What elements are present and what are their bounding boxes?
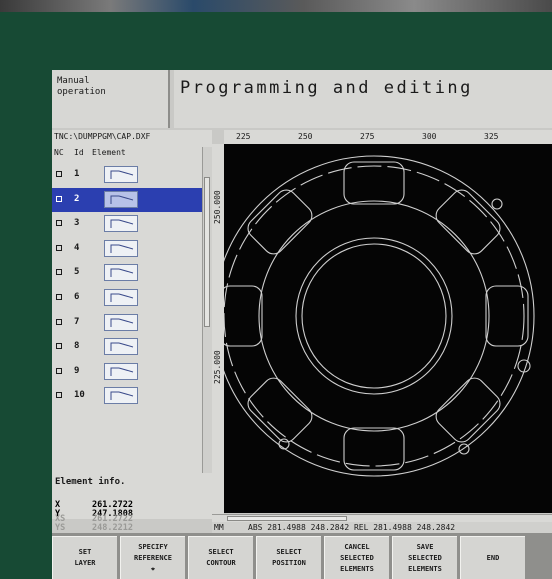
position-status-bar: MM ABS 281.4988 248.2842 REL 281.4988 24… [212,522,552,533]
nc-checkbox[interactable] [56,293,62,300]
element-info-title: Element info. [55,477,126,487]
element-id: 2 [74,193,80,204]
softkey-button[interactable]: END [460,536,525,579]
element-id: 6 [74,291,80,302]
element-info-ys-value: 248.2212 [92,523,133,533]
element-preview-icon [104,387,138,405]
element-id: 9 [74,365,80,376]
nc-checkbox[interactable] [56,318,62,325]
list-item[interactable]: 10 [52,384,202,409]
ruler-left: 250.000 225.000 [212,144,224,514]
list-item[interactable]: 7 [52,311,202,336]
bore-circle [301,243,447,389]
element-list-panel: TNC:\DUMPPGM\CAP.DXF NC Id Element 1 2 3 4 5… [52,130,212,519]
element-id: 5 [74,267,80,278]
unit-label: MM [214,523,224,532]
element-id: 7 [74,316,80,327]
nc-checkbox[interactable] [56,220,62,227]
element-preview-icon [104,338,138,356]
softkey-button[interactable]: SET LAYER [52,536,117,579]
nc-checkbox[interactable] [56,269,62,276]
column-header-element: Element [92,148,126,157]
element-preview-icon [104,313,138,331]
element-list: 1 2 3 4 5 6 7 8 9 10 [52,163,202,409]
element-preview-icon [104,288,138,306]
element-preview-icon [104,239,138,257]
list-item[interactable]: 3 [52,212,202,237]
element-preview-icon [104,264,138,282]
list-scrollbar-thumb[interactable] [204,177,210,327]
element-id: 8 [74,341,80,352]
drawing-scrollbar-thumb[interactable] [227,516,347,521]
element-id: 4 [74,242,80,253]
outer-flange-circle [224,165,525,467]
operating-mode-label: Manual operation [52,70,170,128]
element-preview-icon [104,362,138,380]
nc-checkbox[interactable] [56,392,62,399]
softkey-button[interactable]: CANCEL SELECTED ELEMENTS [324,536,389,579]
element-preview-icon [104,166,138,183]
list-item[interactable]: 5 [52,261,202,286]
softkey-row: SET LAYER SPECIFY REFERENCE ⌖ SELECT CONTO… [52,533,552,579]
inner-ring-circle [258,200,490,432]
column-header-nc: NC [54,148,64,157]
ruler-top: 225 250 275 300 325 [224,130,552,144]
list-item[interactable]: 2 [52,187,202,213]
nc-checkbox[interactable] [56,244,62,251]
softkey-button[interactable]: SAVE SELECTED ELEMENTS [392,536,457,579]
softkey-button[interactable]: SPECIFY REFERENCE ⌖ [120,536,185,579]
list-column-headers: NC Id Element [52,147,202,160]
element-id: 10 [74,390,85,401]
nc-checkbox[interactable] [56,343,62,350]
element-id: 1 [74,169,80,179]
dxf-contour-drawing[interactable] [224,144,552,514]
softkey-button[interactable]: SELECT CONTOUR [188,536,253,579]
element-preview-icon [104,215,138,233]
element-preview-icon [104,190,138,208]
page-title: Programming and editing [174,70,552,128]
hub-circle [295,237,453,395]
element-id: 3 [74,218,80,229]
list-item[interactable]: 8 [52,335,202,360]
list-item[interactable]: 6 [52,286,202,311]
position-readout: ABS 281.4988 248.2842 REL 281.4988 248.2… [248,523,456,532]
list-item[interactable]: 1 [52,163,202,188]
tnc-screen: Manual operation Programming and editing… [52,70,552,579]
file-path: TNC:\DUMPPGM\CAP.DXF [54,132,151,141]
column-header-id: Id [74,148,84,157]
nc-checkbox[interactable] [56,367,62,374]
nc-checkbox[interactable] [56,195,62,202]
softkey-button[interactable]: SELECT POSITION [256,536,321,579]
list-item[interactable]: 4 [52,237,202,262]
nc-checkbox[interactable] [56,171,62,177]
list-item[interactable]: 9 [52,360,202,385]
list-scrollbar[interactable] [202,147,212,473]
photo-background-strip [0,0,552,12]
